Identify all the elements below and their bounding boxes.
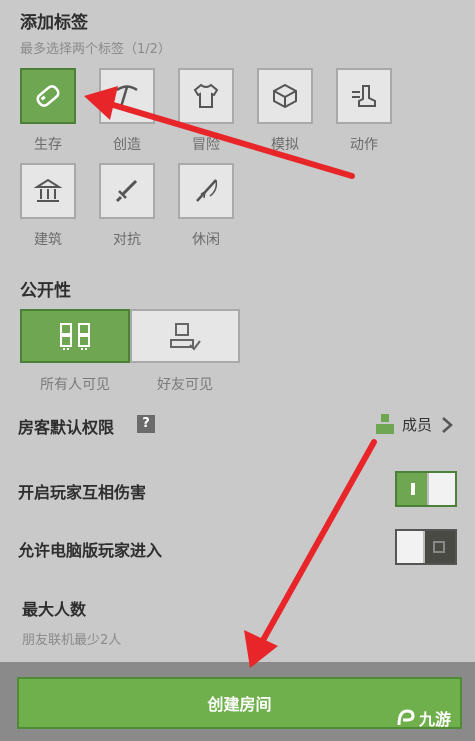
- arrow-to-survival-tag: [107, 101, 355, 179]
- annotation-arrows: [84, 86, 377, 668]
- arrow-to-create-button: [259, 439, 377, 645]
- arrowhead-survival: [84, 86, 118, 120]
- arrowhead-create: [244, 630, 278, 668]
